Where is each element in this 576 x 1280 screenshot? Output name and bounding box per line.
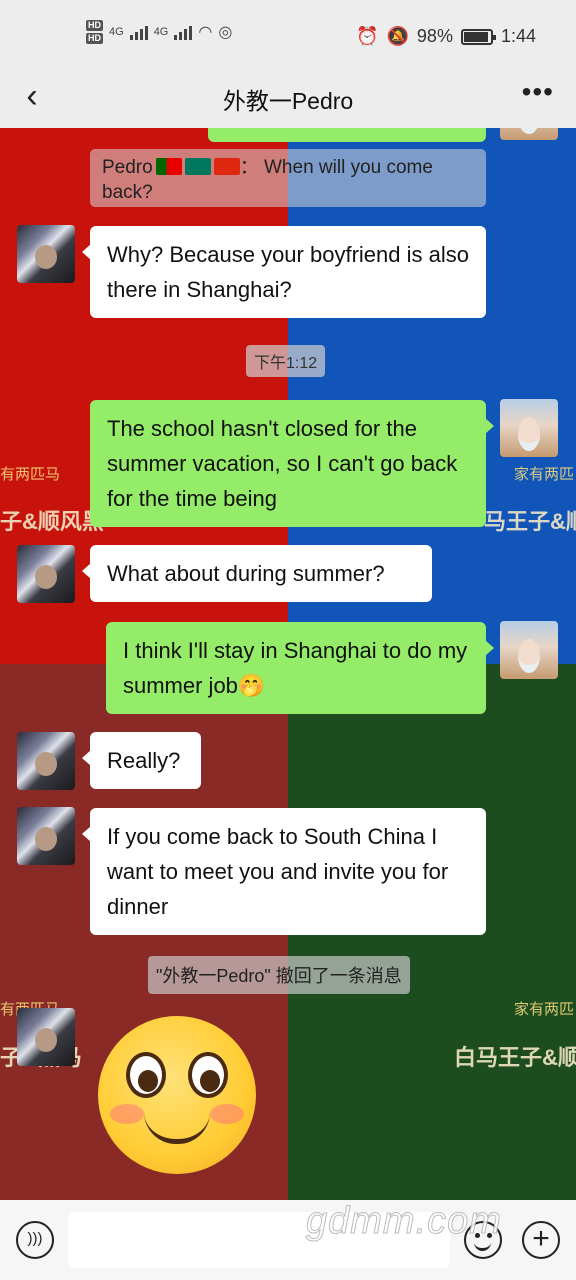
outgoing-message[interactable]: I think I'll stay in Shanghai to do my s… bbox=[106, 622, 494, 714]
hand-over-mouth-emoji-icon: 🤭 bbox=[237, 673, 266, 698]
signal-icon bbox=[129, 24, 148, 40]
signal-icon bbox=[174, 24, 193, 40]
hd-badge: HD bbox=[86, 33, 103, 44]
pedro-avatar[interactable] bbox=[17, 225, 75, 283]
background-watermark: 子&顺风黑 bbox=[0, 509, 104, 534]
hd-badge: HD bbox=[86, 20, 103, 31]
mute-bell-icon: 🔕 bbox=[386, 26, 409, 46]
pedro-avatar[interactable] bbox=[17, 545, 75, 603]
voice-icon[interactable]: ))) bbox=[16, 1221, 54, 1259]
background-watermark: 白马王子&顺 bbox=[454, 1045, 576, 1070]
site-watermark: gdmm.com bbox=[306, 1200, 502, 1243]
alarm-icon: ⏰ bbox=[356, 26, 379, 46]
recall-notice: "外教一Pedro" 撤回了一条消息 bbox=[148, 956, 410, 994]
chat-area[interactable]: 有两匹马 子&顺风黑 家有两匹 马王子&顺 有两匹马 子&黑马 家有两匹 白马王… bbox=[0, 128, 576, 1200]
clock: 1:44 bbox=[500, 26, 536, 46]
signal-label: 4G bbox=[109, 26, 124, 38]
quote-sender: Pedro bbox=[102, 157, 153, 178]
my-avatar[interactable] bbox=[500, 399, 558, 457]
chat-header: ‹ 外教一Pedro ••• bbox=[0, 70, 576, 128]
background-watermark: 家有两匹 bbox=[514, 1001, 575, 1018]
message-text: I think I'll stay in Shanghai to do my s… bbox=[123, 638, 468, 698]
china-flag-icon bbox=[213, 158, 240, 175]
battery-icon bbox=[460, 28, 496, 45]
pedro-avatar[interactable] bbox=[17, 732, 75, 790]
incoming-message[interactable]: Why? Because your boyfriend is also ther… bbox=[82, 226, 486, 318]
pedro-avatar[interactable] bbox=[17, 807, 75, 865]
incoming-message[interactable]: Really? bbox=[82, 732, 201, 789]
smiling-face-sticker-icon[interactable] bbox=[98, 1016, 256, 1174]
macau-flag-icon bbox=[184, 158, 211, 175]
incoming-message[interactable]: If you come back to South China I want t… bbox=[82, 808, 486, 935]
background-watermark: 马王子&顺 bbox=[484, 509, 576, 534]
battery-percent: 98% bbox=[416, 26, 453, 46]
wifi-icon: ◠ bbox=[198, 24, 213, 41]
message-timestamp: 下午1:12 bbox=[246, 345, 326, 377]
status-bar: HD HD 4G 4G ◠ ◎ ⏰ 🔕 98% 1:44 bbox=[0, 0, 576, 70]
more-options-button[interactable]: ••• bbox=[522, 76, 554, 108]
outgoing-message[interactable]: The school hasn't closed for the summer … bbox=[90, 400, 494, 527]
hd-badges: HD HD bbox=[86, 20, 103, 44]
signal-label: 4G bbox=[153, 26, 169, 38]
background-watermark: 有两匹马 bbox=[0, 466, 61, 483]
portugal-flag-icon bbox=[155, 158, 182, 175]
status-right: ⏰ 🔕 98% 1:44 bbox=[356, 26, 536, 47]
my-avatar[interactable] bbox=[500, 621, 558, 679]
quote-separator: ： bbox=[239, 157, 259, 178]
pedro-avatar[interactable] bbox=[17, 1008, 75, 1066]
sync-icon: ◎ bbox=[218, 24, 233, 41]
outgoing-message-partial[interactable] bbox=[208, 128, 486, 142]
network-indicators: HD HD 4G 4G ◠ ◎ bbox=[86, 20, 232, 44]
quoted-message[interactable]: Pedro： When will you come back? bbox=[90, 149, 486, 207]
incoming-message[interactable]: What about during summer? bbox=[82, 545, 432, 602]
background-watermark: 家有两匹 bbox=[514, 466, 575, 483]
plus-icon[interactable]: + bbox=[522, 1221, 560, 1259]
chat-title: 外教一Pedro bbox=[222, 88, 354, 114]
my-avatar[interactable] bbox=[500, 128, 558, 140]
